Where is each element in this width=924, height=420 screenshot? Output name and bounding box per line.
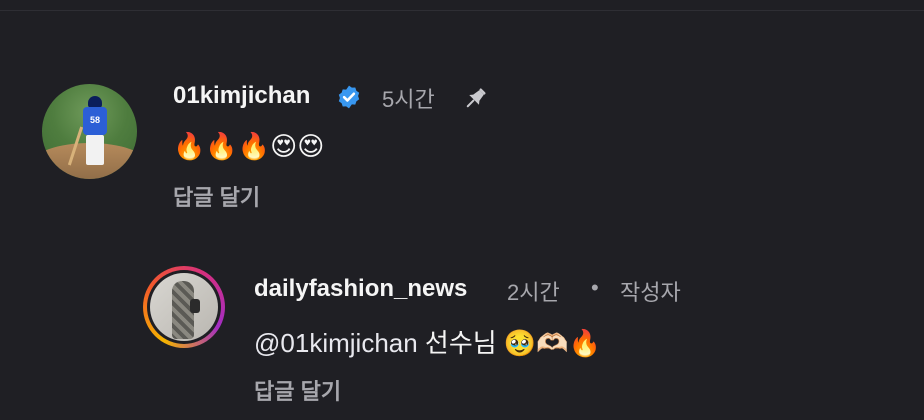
mention-prefix[interactable]: @ [254,328,280,358]
mention-link[interactable]: 01kimjichan [280,328,417,358]
pants-shape [86,135,104,165]
separator-dot: • [591,275,599,300]
avatar-player: 58 [67,96,108,166]
reply-button[interactable]: 답글 달기 [173,180,260,212]
avatar-bag [190,299,200,313]
avatar[interactable]: 58 [42,84,137,179]
reply-button[interactable]: 답글 달기 [254,374,341,406]
comment-text: 선수님 🥹🫶🏻🔥 [417,328,602,358]
comment-time[interactable]: 2시간 [507,275,560,307]
comment-username[interactable]: 01kimjichan [173,82,310,110]
author-badge: 작성자 [620,280,681,305]
avatar [150,273,218,341]
comment-time[interactable]: 5시간 [382,82,435,114]
avatar-story-ring[interactable] [143,266,225,348]
pin-icon [466,88,486,108]
verified-icon [338,85,360,109]
comment-username[interactable]: dailyfashion_news [254,275,467,303]
top-divider [0,10,924,11]
jersey-number: 58 [89,115,100,125]
avatar-ring-inner [147,270,221,344]
comment-text-line: @01kimjichan 선수님 🥹🫶🏻🔥 [254,323,601,360]
comment-text: 🔥🔥🔥😍😍 [173,131,325,161]
